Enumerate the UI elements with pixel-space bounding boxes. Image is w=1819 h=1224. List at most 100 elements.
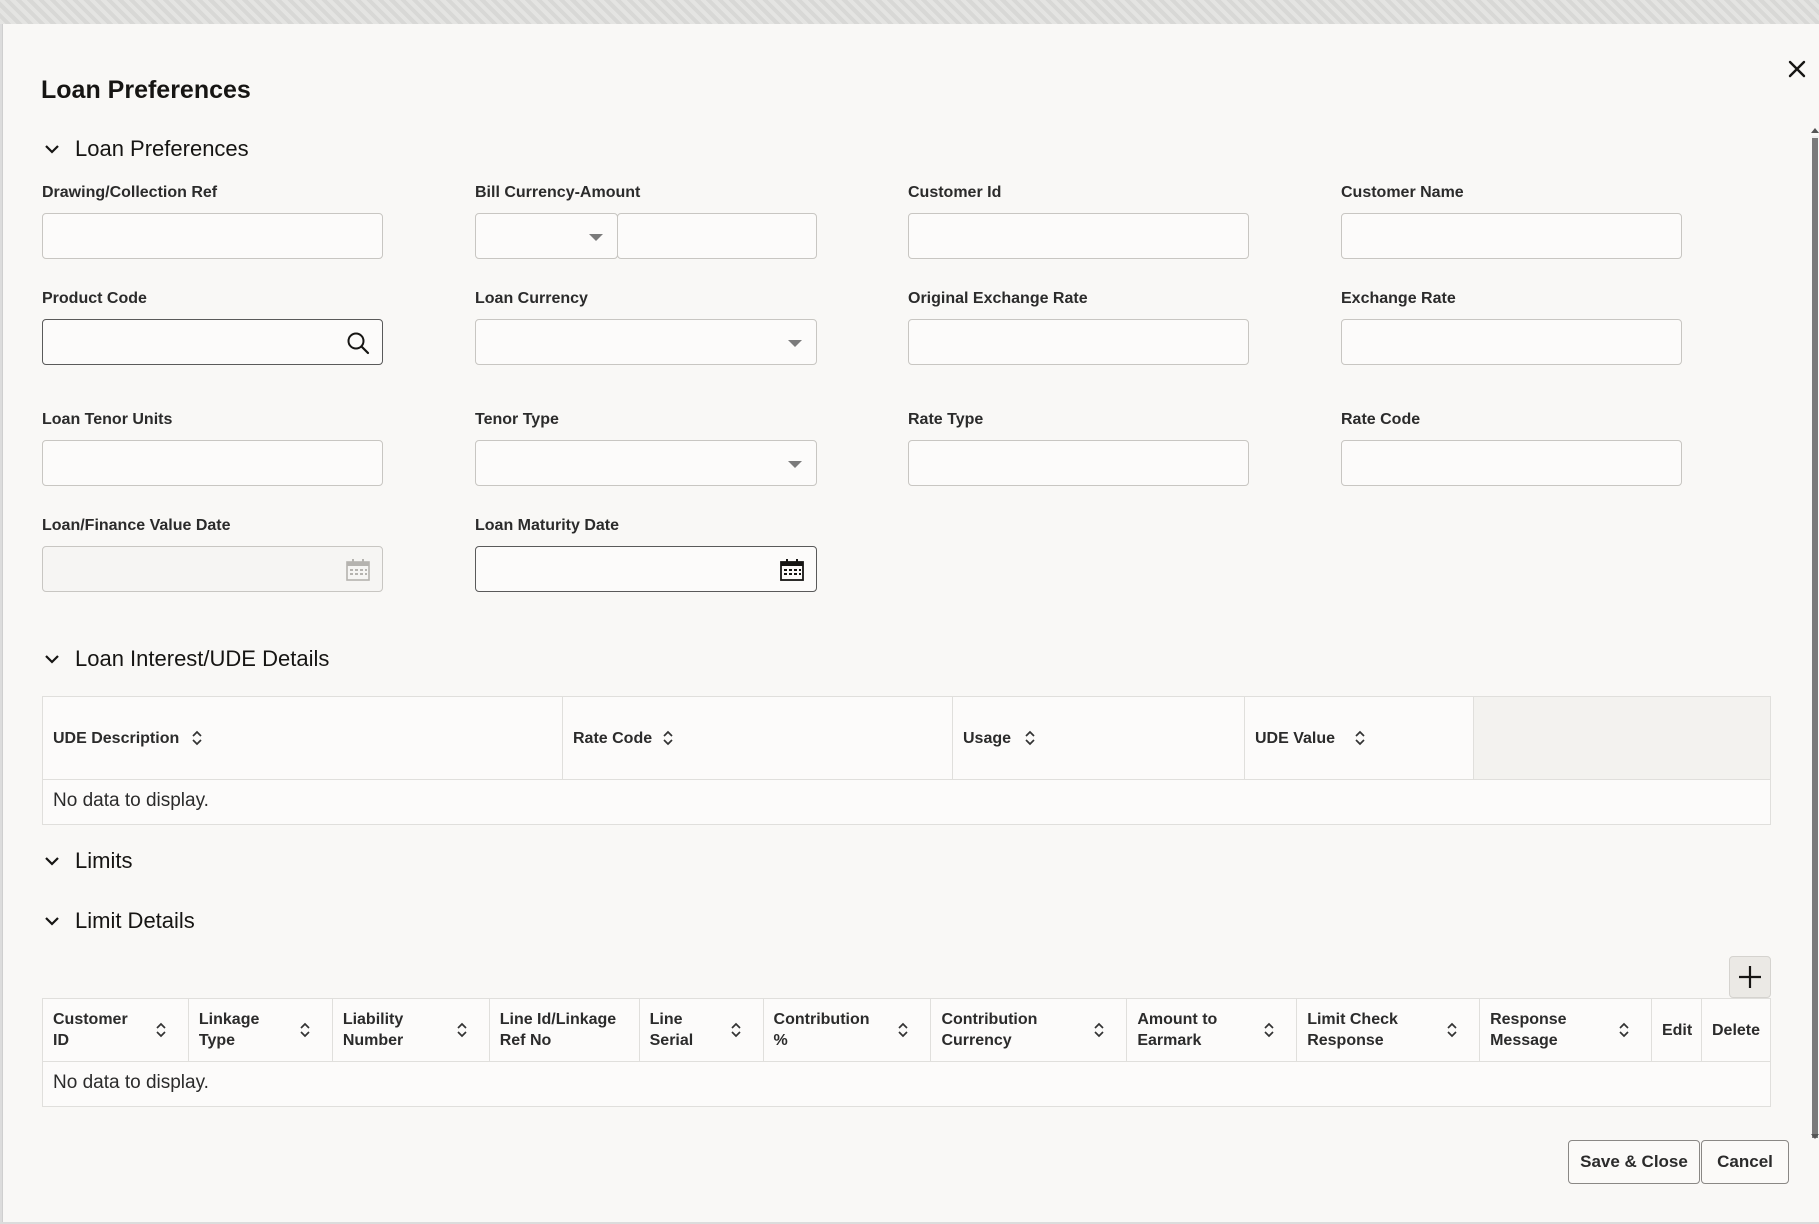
limit-col-contribution-currency[interactable]: Contribution Currency bbox=[931, 999, 1128, 1061]
bill-amount-field[interactable] bbox=[617, 213, 817, 259]
section-loan-preferences[interactable]: Loan Preferences bbox=[43, 136, 249, 162]
limit-col-edit[interactable]: Edit bbox=[1652, 999, 1702, 1061]
limit-col-response-message[interactable]: Response Message bbox=[1480, 999, 1652, 1061]
tenor-type-select[interactable] bbox=[475, 440, 817, 486]
sort-icon[interactable] bbox=[154, 1021, 168, 1039]
limit-col-contribution-pct[interactable]: Contribution% bbox=[764, 999, 932, 1061]
ude-col-usage[interactable]: Usage bbox=[953, 697, 1245, 779]
limit-col-limit-check-response[interactable]: Limit Check Response bbox=[1297, 999, 1481, 1061]
sort-icon[interactable] bbox=[661, 729, 675, 747]
rate-type-field[interactable] bbox=[908, 440, 1249, 486]
rate-code-input[interactable] bbox=[1342, 441, 1681, 485]
calendar-icon[interactable] bbox=[778, 556, 806, 584]
loan-tenor-units-field[interactable] bbox=[42, 440, 383, 486]
sort-icon[interactable] bbox=[1617, 1021, 1631, 1039]
value-date-label: Loan/Finance Value Date bbox=[42, 517, 231, 534]
value-date-input[interactable] bbox=[43, 547, 382, 591]
customer-id-label: Customer Id bbox=[908, 184, 1002, 201]
rate-code-field[interactable] bbox=[1341, 440, 1682, 486]
value-date-field[interactable] bbox=[42, 546, 383, 592]
section-title: Limits bbox=[75, 848, 133, 873]
limit-empty-message: No data to display. bbox=[53, 1072, 209, 1093]
drawing-ref-label: Drawing/Collection Ref bbox=[42, 184, 218, 201]
sort-icon[interactable] bbox=[298, 1021, 312, 1039]
calendar-icon[interactable] bbox=[344, 556, 372, 584]
limit-col-amount-to-earmark[interactable]: Amount to Earmark bbox=[1127, 999, 1298, 1061]
maturity-date-field[interactable] bbox=[475, 546, 817, 592]
scroll-down-icon[interactable] bbox=[1811, 1134, 1819, 1139]
column-header-line: Earmark bbox=[1137, 1032, 1202, 1049]
column-header-line: Contribution bbox=[941, 1011, 1038, 1028]
section-loan-interest[interactable]: Loan Interest/UDE Details bbox=[43, 646, 329, 672]
sort-icon[interactable] bbox=[455, 1021, 469, 1039]
customer-name-field[interactable] bbox=[1341, 213, 1682, 259]
sort-icon[interactable] bbox=[896, 1021, 910, 1039]
column-header-line: Linkage bbox=[198, 1011, 260, 1028]
sort-icon[interactable] bbox=[190, 729, 204, 747]
section-title: Loan Preferences bbox=[75, 136, 249, 161]
scroll-up-icon[interactable] bbox=[1811, 128, 1819, 133]
column-header-line: Message bbox=[1490, 1032, 1558, 1049]
scrollbar[interactable] bbox=[1809, 128, 1819, 1142]
limit-col-delete[interactable]: Delete bbox=[1702, 999, 1770, 1061]
column-header-label: Rate Code bbox=[573, 729, 653, 747]
sort-icon[interactable] bbox=[1262, 1021, 1276, 1039]
drawing-ref-input[interactable] bbox=[43, 214, 382, 258]
ude-empty-message: No data to display. bbox=[53, 790, 209, 811]
chevron-down-icon bbox=[43, 139, 63, 159]
original-exchange-rate-field[interactable] bbox=[908, 319, 1249, 365]
section-limits[interactable]: Limits bbox=[43, 848, 132, 874]
sort-icon[interactable] bbox=[1353, 729, 1367, 747]
loan-preferences-dialog: Loan Preferences Loan Preferences Drawin… bbox=[2, 24, 1819, 1222]
sort-icon[interactable] bbox=[729, 1021, 743, 1039]
limit-col-line-serial[interactable]: Line Serial bbox=[640, 999, 764, 1061]
column-header-line: Edit bbox=[1661, 1021, 1693, 1039]
drawing-ref-field[interactable] bbox=[42, 213, 383, 259]
bill-amount-input[interactable] bbox=[618, 214, 816, 258]
section-title: Loan Interest/UDE Details bbox=[75, 646, 330, 671]
dropdown-arrow-icon bbox=[788, 461, 802, 468]
add-limit-button[interactable] bbox=[1729, 956, 1771, 998]
customer-name-input[interactable] bbox=[1342, 214, 1681, 258]
section-title: Limit Details bbox=[75, 908, 195, 933]
maturity-date-label: Loan Maturity Date bbox=[475, 517, 620, 534]
ude-col-description[interactable]: UDE Description bbox=[43, 697, 563, 779]
rate-type-label: Rate Type bbox=[908, 411, 984, 428]
column-header-line: Type bbox=[198, 1032, 236, 1049]
plus-icon bbox=[1739, 966, 1761, 988]
loan-currency-select[interactable] bbox=[475, 319, 817, 365]
ude-col-value[interactable]: UDE Value bbox=[1245, 697, 1474, 779]
original-exchange-rate-input[interactable] bbox=[909, 320, 1248, 364]
product-code-field[interactable] bbox=[42, 319, 383, 365]
exchange-rate-field[interactable] bbox=[1341, 319, 1682, 365]
loan-tenor-units-input[interactable] bbox=[43, 441, 382, 485]
rate-type-input[interactable] bbox=[909, 441, 1248, 485]
customer-id-input[interactable] bbox=[909, 214, 1248, 258]
maturity-date-input[interactable] bbox=[476, 547, 816, 591]
section-limit-details[interactable]: Limit Details bbox=[43, 908, 195, 934]
column-header-label: Edit bbox=[1662, 1020, 1692, 1041]
sort-icon[interactable] bbox=[1445, 1021, 1459, 1039]
column-header-line: Serial bbox=[649, 1032, 694, 1049]
limit-col-linkage-type[interactable]: Linkage Type bbox=[189, 999, 333, 1061]
cancel-button[interactable]: Cancel bbox=[1701, 1140, 1789, 1184]
product-code-input[interactable] bbox=[43, 320, 382, 364]
limit-col-customer-id[interactable]: Customer ID bbox=[43, 999, 189, 1061]
sort-icon[interactable] bbox=[1092, 1021, 1106, 1039]
column-header-label: Amount to Earmark bbox=[1137, 1009, 1217, 1051]
column-header-label: Response Message bbox=[1490, 1009, 1566, 1051]
column-header-line: Amount to bbox=[1137, 1011, 1218, 1028]
save-close-button[interactable]: Save & Close bbox=[1568, 1140, 1700, 1184]
close-button[interactable] bbox=[1782, 54, 1812, 84]
exchange-rate-label: Exchange Rate bbox=[1341, 290, 1456, 307]
column-header-line: Limit Check bbox=[1307, 1011, 1398, 1028]
limit-col-line-id[interactable]: Line Id/Linkage Ref No bbox=[490, 999, 640, 1061]
ude-col-rate-code[interactable]: Rate Code bbox=[563, 697, 953, 779]
exchange-rate-input[interactable] bbox=[1342, 320, 1681, 364]
customer-id-field[interactable] bbox=[908, 213, 1249, 259]
search-icon[interactable] bbox=[344, 329, 372, 357]
bill-currency-select[interactable] bbox=[475, 213, 618, 259]
column-header-line: Response bbox=[1307, 1032, 1384, 1049]
sort-icon[interactable] bbox=[1023, 729, 1037, 747]
limit-col-liability-number[interactable]: Liability Number bbox=[333, 999, 490, 1061]
